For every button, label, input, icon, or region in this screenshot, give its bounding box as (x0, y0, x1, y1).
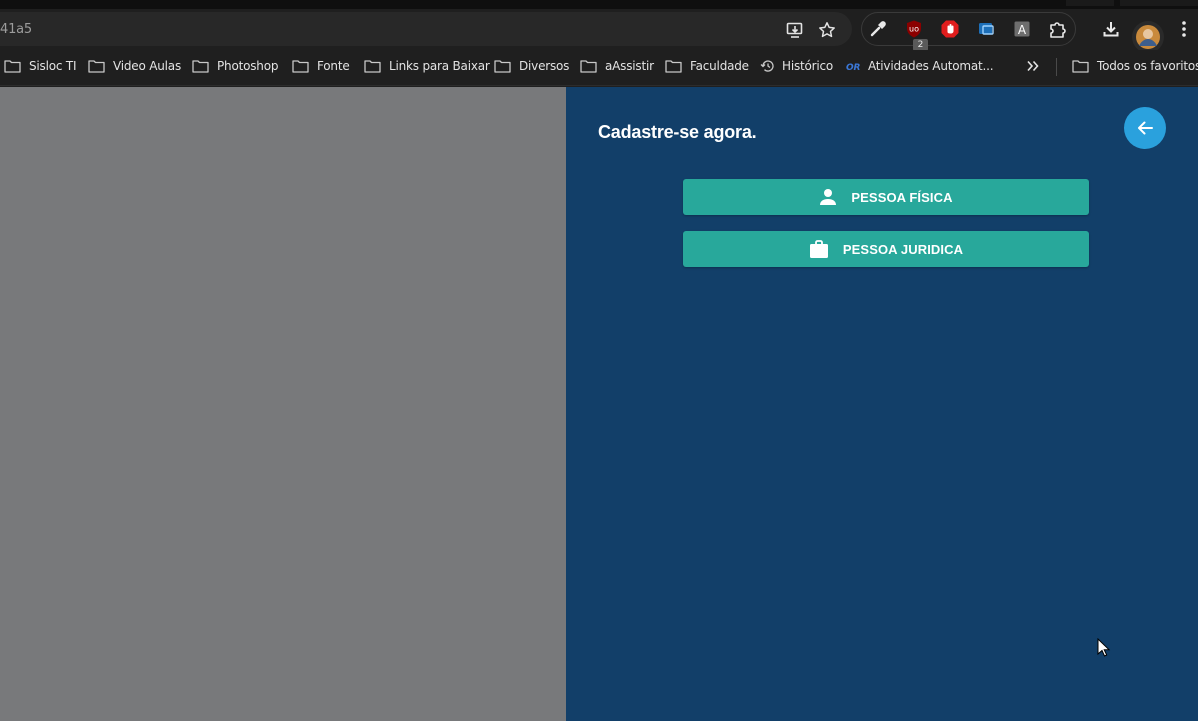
ublock-shield-icon[interactable]: uo (904, 19, 924, 39)
svg-text:A: A (1018, 23, 1027, 37)
address-bar[interactable]: 41a5 (0, 12, 852, 46)
bookmark-label: Video Aulas (113, 59, 181, 73)
browser-toolbar: 41a5 uo 2 A (0, 9, 1198, 53)
folder-icon (1072, 60, 1089, 73)
address-bar-url[interactable]: 41a5 (0, 22, 32, 37)
extensions-group (861, 12, 1076, 46)
bookmark-label: Histórico (782, 59, 834, 73)
arrow-left-icon (1138, 121, 1153, 135)
bookmark-label: Todos os favoritos (1097, 59, 1198, 73)
signup-panel: Cadastre-se agora. PESSOA FÍSICA PESSOA … (566, 87, 1198, 721)
folder-icon (665, 60, 682, 73)
pessoa-juridica-label: PESSOA JURIDICA (842, 241, 964, 257)
bookmark-todos-os-favoritos[interactable]: Todos os favoritos (1072, 50, 1198, 82)
dimmed-overlay[interactable] (0, 87, 566, 721)
bookmark-links-para-baixar[interactable]: Links para Baixar (364, 50, 490, 82)
svg-text:uo: uo (909, 25, 919, 34)
window-top-strip (0, 0, 1198, 9)
bookmarks-bar: Sisloc TI Video Aulas Photoshop Fonte Li… (0, 50, 1198, 86)
window-extension-icon[interactable] (976, 19, 996, 39)
folder-icon (292, 60, 309, 73)
bookmark-label: aAssistir (605, 59, 654, 73)
signup-heading: Cadastre-se agora. (598, 122, 757, 142)
svg-text:OR: OR (846, 63, 860, 71)
tab-strip-segment (1120, 0, 1198, 6)
download-icon[interactable] (1101, 19, 1121, 39)
bookmark-aassistir[interactable]: aAssistir (580, 50, 654, 82)
briefcase-icon (809, 239, 828, 258)
adblock-stop-icon[interactable] (940, 19, 960, 39)
bookmark-fonte[interactable]: Fonte (292, 50, 350, 82)
folder-icon (192, 60, 209, 73)
folder-icon (364, 60, 381, 73)
folder-icon (580, 60, 597, 73)
bookmark-sisloc-ti[interactable]: Sisloc TI (4, 50, 77, 82)
bookmark-label: Sisloc TI (29, 59, 77, 73)
folder-icon (494, 60, 511, 73)
extensions-puzzle-icon[interactable] (1048, 19, 1068, 39)
bookmark-photoshop[interactable]: Photoshop (192, 50, 278, 82)
bookmarks-separator (1056, 58, 1057, 76)
more-bookmarks-chevron-icon[interactable] (1026, 60, 1040, 72)
or-logo-icon: OR (846, 63, 861, 71)
bookmark-video-aulas[interactable]: Video Aulas (88, 50, 181, 82)
pessoa-fisica-button[interactable]: PESSOA FÍSICA (683, 179, 1089, 215)
bookmark-faculdade[interactable]: Faculdade (665, 50, 749, 82)
bookmark-historico[interactable]: Histórico (760, 50, 833, 82)
folder-icon (88, 60, 105, 73)
bookmark-atividades-automat[interactable]: OR Atividades Automat... (846, 50, 994, 82)
mouse-cursor-icon (1097, 638, 1111, 657)
more-menu-icon[interactable] (1174, 19, 1194, 39)
eyedropper-icon[interactable] (868, 19, 888, 39)
pessoa-juridica-button[interactable]: PESSOA JURIDICA (683, 231, 1089, 267)
install-app-icon[interactable] (786, 21, 804, 39)
bookmark-label: Faculdade (690, 59, 749, 73)
bookmark-diversos[interactable]: Diversos (494, 50, 569, 82)
bookmark-label: Diversos (519, 59, 570, 73)
tab-strip-segment (1066, 0, 1114, 6)
folder-icon (4, 60, 21, 73)
bookmark-label: Links para Baixar (389, 59, 490, 73)
bookmark-label: Photoshop (217, 59, 279, 73)
bookmark-star-icon[interactable] (818, 21, 836, 39)
pessoa-fisica-label: PESSOA FÍSICA (851, 189, 953, 205)
profile-avatar[interactable] (1132, 21, 1164, 53)
history-icon (760, 60, 774, 72)
person-icon (820, 189, 837, 205)
bookmark-label: Atividades Automat... (868, 59, 994, 73)
translate-a-icon[interactable]: A (1012, 19, 1032, 39)
back-button[interactable] (1124, 107, 1166, 149)
bookmark-label: Fonte (317, 59, 350, 73)
